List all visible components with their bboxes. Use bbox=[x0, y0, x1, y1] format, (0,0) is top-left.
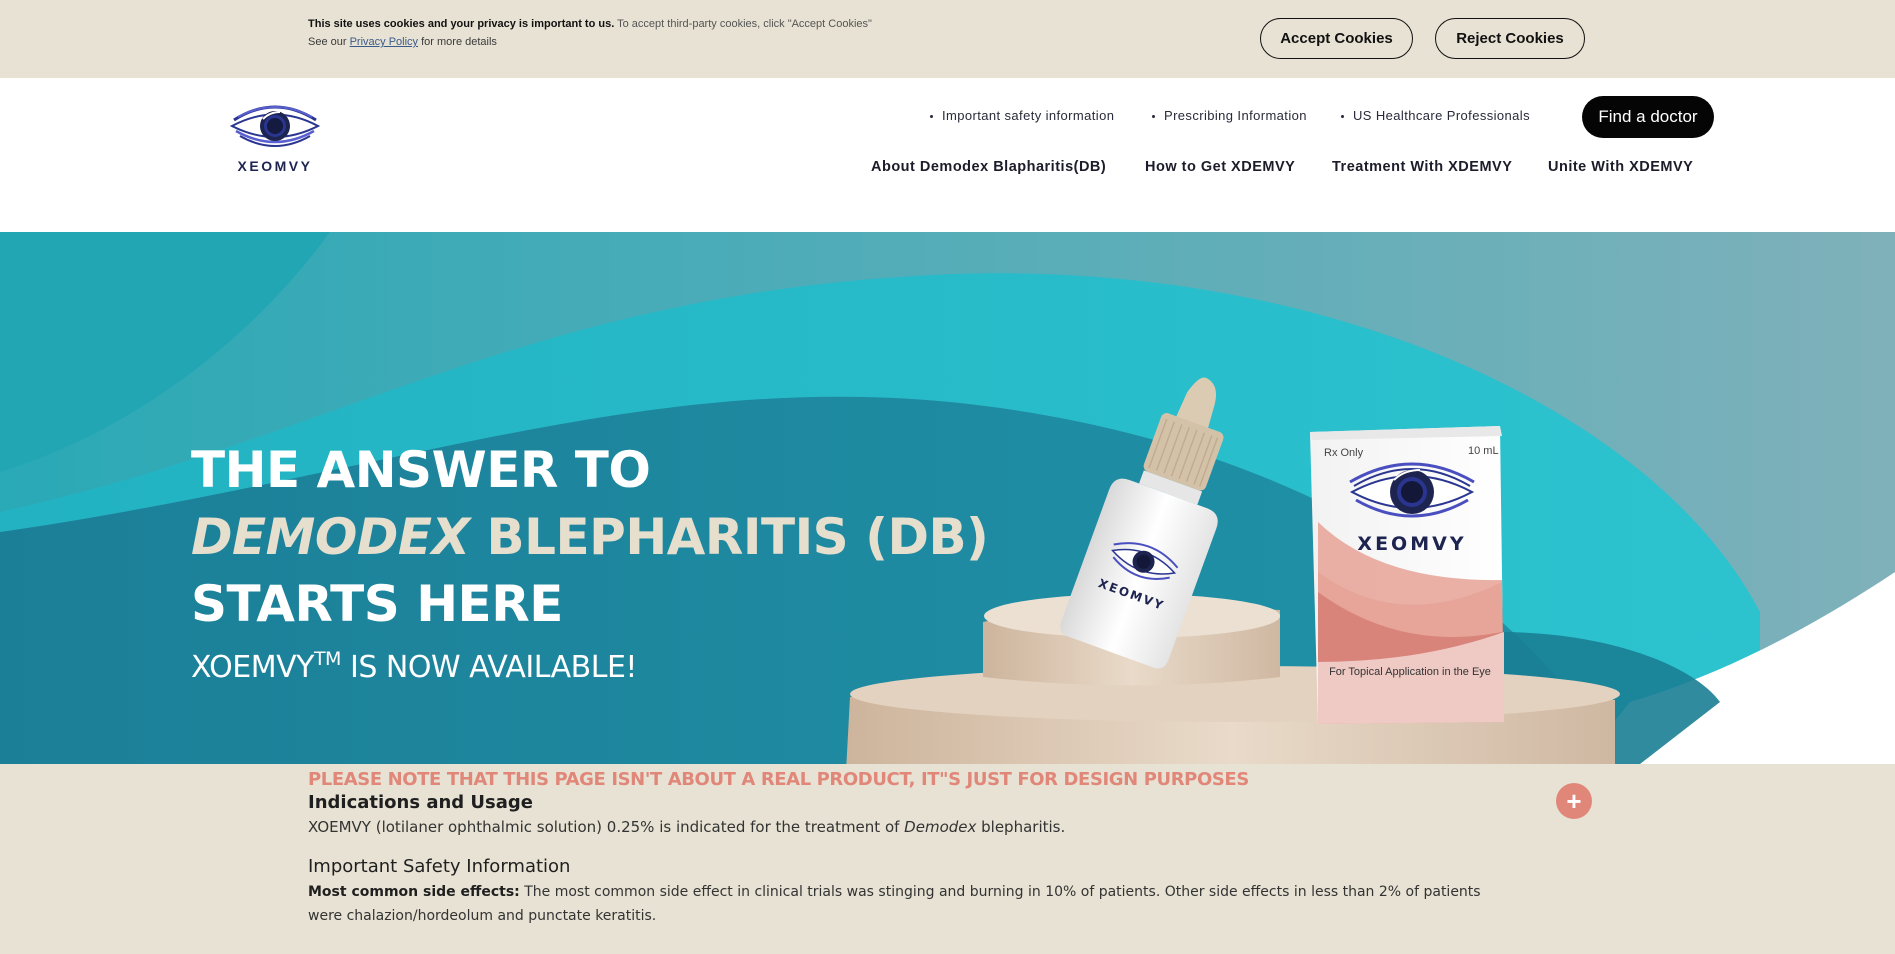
trademark-mark: TM bbox=[313, 648, 342, 670]
plus-icon: + bbox=[1566, 786, 1582, 816]
cookie-message: This site uses cookies and your privacy … bbox=[308, 15, 872, 51]
reject-cookies-button[interactable]: Reject Cookies bbox=[1435, 18, 1585, 59]
expand-isi-button[interactable]: + bbox=[1556, 783, 1592, 819]
logo-wordmark: XEOMVY bbox=[237, 158, 313, 174]
important-safety-panel: PLEASE NOTE THAT THIS PAGE ISN'T ABOUT A… bbox=[0, 764, 1895, 954]
nav-how-to-get[interactable]: How to Get XDEMVY bbox=[1145, 159, 1295, 175]
side-effects-label: Most common side effects: bbox=[308, 884, 520, 900]
side-effects-text: Most common side effects: The most commo… bbox=[308, 880, 1518, 928]
box-rx-text: Rx Only bbox=[1324, 447, 1364, 459]
nav-label: Important safety information bbox=[942, 108, 1115, 123]
box-caption-text: For Topical Application in the Eye bbox=[1329, 666, 1491, 678]
cookie-see-our: See our bbox=[308, 36, 347, 48]
hero-section: THE ANSWER TO DEMODEX BLEPHARITIS (DB) S… bbox=[0, 232, 1895, 764]
hero-subheadline: XOEMVYTM IS NOW AVAILABLE! bbox=[191, 648, 637, 685]
find-a-doctor-button[interactable]: Find a doctor bbox=[1582, 96, 1714, 138]
hero-sub-rest: IS NOW AVAILABLE! bbox=[340, 650, 637, 685]
privacy-policy-link[interactable]: Privacy Policy bbox=[350, 36, 418, 48]
nav-label: Prescribing Information bbox=[1164, 108, 1307, 123]
site-header: XEOMVY Important safety information Pres… bbox=[0, 78, 1895, 232]
hero-sub-brand: XOEMVY bbox=[191, 650, 314, 685]
cookie-more-details: for more details bbox=[421, 36, 497, 48]
indications-post: blepharitis. bbox=[976, 818, 1066, 836]
accept-cookies-button[interactable]: Accept Cookies bbox=[1260, 18, 1413, 59]
hero-line-2-italic: DEMODEX bbox=[191, 508, 470, 566]
nav-treatment[interactable]: Treatment With XDEMVY bbox=[1332, 159, 1512, 175]
product-box: Rx Only 10 mL XEOMVY For Topical Applica… bbox=[1310, 426, 1504, 724]
product-image: Rx Only 10 mL XEOMVY For Topical Applica… bbox=[846, 377, 1620, 764]
cookie-bold-text: This site uses cookies and your privacy … bbox=[308, 18, 615, 30]
indications-text: XOEMVY (lotilaner ophthalmic solution) 0… bbox=[308, 818, 1065, 836]
nav-us-hcp[interactable]: US Healthcare Professionals bbox=[1341, 108, 1530, 123]
safety-title: Important Safety Information bbox=[308, 856, 571, 877]
nav-unite[interactable]: Unite With XDEMVY bbox=[1548, 159, 1693, 175]
nav-about-db[interactable]: About Demodex Blapharitis(DB) bbox=[871, 159, 1106, 175]
indications-title: Indications and Usage bbox=[308, 792, 533, 813]
nav-important-safety[interactable]: Important safety information bbox=[930, 108, 1114, 123]
bullet-icon bbox=[1341, 115, 1344, 119]
cookie-text: To accept third-party cookies, click "Ac… bbox=[617, 18, 872, 30]
nav-prescribing-info[interactable]: Prescribing Information bbox=[1152, 108, 1307, 123]
box-brand-text: XEOMVY bbox=[1357, 533, 1466, 555]
indications-italic: Demodex bbox=[904, 818, 977, 836]
cookie-banner: This site uses cookies and your privacy … bbox=[0, 0, 1895, 78]
indications-pre: XOEMVY (lotilaner ophthalmic solution) 0… bbox=[308, 818, 905, 836]
bullet-icon bbox=[1152, 115, 1155, 119]
box-size-text: 10 mL bbox=[1468, 445, 1499, 457]
bullet-icon bbox=[930, 115, 933, 119]
nav-label: US Healthcare Professionals bbox=[1353, 108, 1530, 123]
site-logo[interactable]: XEOMVY bbox=[229, 98, 321, 178]
eye-logo-icon bbox=[229, 105, 321, 147]
design-disclaimer: PLEASE NOTE THAT THIS PAGE ISN'T ABOUT A… bbox=[308, 769, 1249, 790]
